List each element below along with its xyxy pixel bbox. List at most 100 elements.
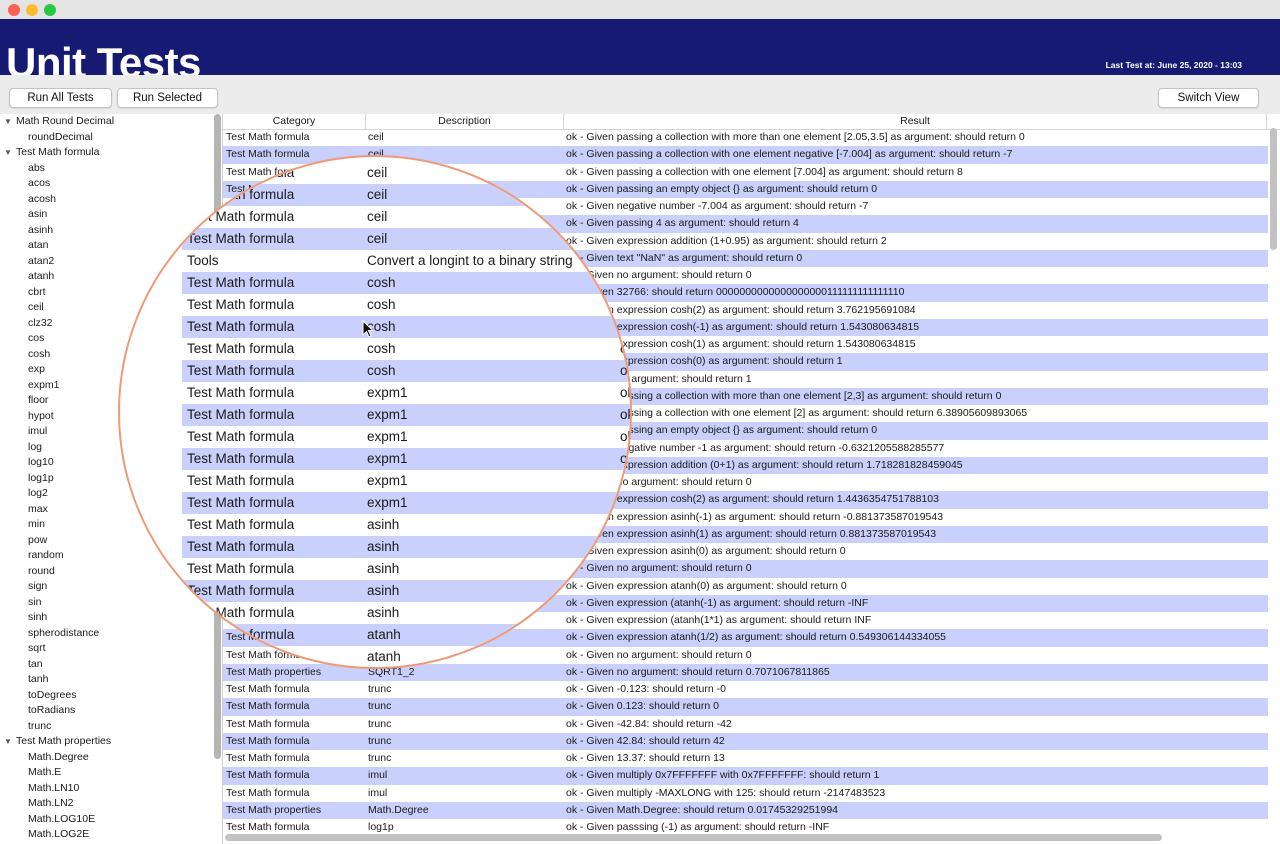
table-row[interactable]: Test Math formula imul ok - Given multiply…: [223, 785, 1268, 802]
magnified-category: Test Math formula: [187, 319, 295, 334]
switch-view-button[interactable]: Switch View: [1158, 88, 1259, 108]
magnified-rows: Test Math formula ceil Test Math formula ce…: [120, 157, 630, 667]
magnified-row: Test Math formulaexpm1ok: [182, 404, 630, 426]
magnified-description: expm1: [367, 495, 408, 510]
magnified-row: Test Math formula ceil: [182, 162, 630, 184]
close-window-button[interactable]: [8, 4, 20, 16]
cell-result: ok - Given expression atanh(0) as argume…: [566, 579, 847, 592]
zoom-window-button[interactable]: [44, 4, 56, 16]
magnified-description: atanh: [367, 627, 401, 642]
magnified-description: expm1: [367, 473, 408, 488]
table-row[interactable]: Test Math formula ceil ok - Given passing …: [223, 129, 1268, 146]
magnified-row: Test Math formulaexpm1ok: [182, 470, 630, 492]
tree-item[interactable]: Math.LOG10E: [0, 812, 222, 828]
magnified-row: Test Math formula asinh: [182, 558, 630, 580]
tree-item[interactable]: Math.Degree: [0, 750, 222, 766]
magnified-result: ok: [620, 385, 630, 400]
tree-item[interactable]: toRadians: [0, 703, 222, 719]
cell-result: ok - Given 42.84: should return 42: [566, 734, 725, 747]
cell-description: trunc: [368, 700, 392, 713]
magnified-row: Test Math formula ceil: [182, 206, 630, 228]
magnified-row: Test Math formula expm1 ok: [182, 382, 630, 404]
magnified-category: Test Math formula: [187, 385, 295, 400]
magnified-row: Test Math formulacoshok: [182, 338, 630, 360]
magnified-category: Test Math formula: [187, 407, 295, 422]
table-horizontal-scrollbar[interactable]: [225, 834, 1162, 841]
table-row[interactable]: Test Math formula trunc ok - Given 0.123: …: [223, 698, 1268, 716]
cell-result: ok - Given expression asinh(0) as argume…: [566, 545, 846, 557]
cell-result: ok - Given expression asinh(-1) as argum…: [566, 510, 944, 523]
tree-item[interactable]: Math.LN2: [0, 796, 222, 812]
run-all-tests-button[interactable]: Run All Tests: [9, 88, 112, 108]
tree-group[interactable]: ▼ Test Math properties: [0, 734, 222, 750]
tree-item[interactable]: trunc: [0, 719, 222, 735]
disclosure-triangle-icon[interactable]: ▼: [4, 114, 12, 130]
disclosure-triangle-icon[interactable]: ▼: [4, 734, 12, 750]
cell-category: Test Math properties: [226, 803, 322, 816]
disclosure-triangle-icon[interactable]: ▼: [4, 145, 12, 161]
magnified-row: Test Math formula cosh: [182, 316, 630, 338]
cell-result: ok - Given expression cosh(-1) as argume…: [566, 320, 920, 333]
table-row[interactable]: Test Math formula trunc ok - Given 42.84: …: [223, 732, 1268, 750]
cell-result: ok - Given multiply 0x7FFFFFFF with 0x7F…: [566, 769, 880, 782]
tree-item[interactable]: Math.E: [0, 765, 222, 781]
column-header-category[interactable]: Category: [223, 114, 366, 129]
column-header-result[interactable]: Result: [564, 114, 1267, 129]
magnified-row: Test Math formula asinh: [182, 580, 630, 602]
magnified-row: Test Math formula ceil: [182, 184, 630, 206]
cell-category: Test Math formula: [226, 700, 310, 713]
magnified-category: Test Math formula: [187, 187, 295, 202]
tree-group[interactable]: ▼ Math Round Decimal: [0, 114, 222, 130]
tree-item[interactable]: Math.LOG2E: [0, 827, 222, 843]
cell-result: ok - Given text "NaN" as argument: shoul…: [566, 251, 803, 264]
magnified-row: Test Math formula expm1: [182, 492, 630, 514]
table-row[interactable]: Test Math formula imul ok - Given multiply…: [223, 767, 1268, 785]
magnified-category: Test Math formula: [187, 209, 295, 224]
magnified-description: Convert a longint to a binary string: [367, 253, 573, 268]
cell-description: imul: [368, 769, 388, 782]
cell-result: ok - Given expression (atanh(1*1) as arg…: [566, 614, 872, 626]
cell-result: ok - Given passing a collection with mor…: [566, 389, 1002, 402]
column-header-description[interactable]: Description: [366, 114, 564, 129]
table-vertical-scrollbar[interactable]: [1270, 128, 1277, 250]
magnified-description: expm1: [367, 385, 408, 400]
tree-item[interactable]: roundDecimal: [0, 130, 222, 146]
cell-result: ok - Given Math.Degree: should return 0.…: [566, 803, 839, 816]
table-row[interactable]: Test Math formula trunc ok - Given -42.84:…: [223, 716, 1268, 733]
magnified-description: asinh: [367, 539, 400, 554]
table-row[interactable]: Test Math formula trunc ok - Given -0.123:…: [223, 681, 1268, 698]
table-row[interactable]: Test Math formula trunc ok - Given 13.37: …: [223, 750, 1268, 767]
magnified-row: Test Math formula asinh: [182, 514, 630, 536]
table-row[interactable]: Test Math properties Math.Degree ok - Give…: [223, 801, 1268, 819]
cell-result: ok - Given expression cosh(2) as argumen…: [566, 493, 939, 506]
tree-item[interactable]: toDegrees: [0, 688, 222, 704]
cell-result: ok - Given -42.84: should return -42: [566, 717, 732, 730]
mouse-pointer-icon: [362, 320, 374, 338]
cell-result: ok - Given no argument: should return 0: [566, 648, 752, 661]
cell-result: ok - Given expression (atanh(-1) as argu…: [566, 596, 869, 609]
cell-result: ok - Given negative number -7.004 as arg…: [566, 200, 869, 212]
magnified-category: Test Math formula: [187, 495, 295, 510]
cell-category: Test Math formula: [226, 717, 310, 730]
magnified-description: expm1: [367, 429, 408, 444]
tree-item[interactable]: tanh: [0, 672, 222, 688]
magnified-category: Test Math formula: [187, 561, 295, 576]
cell-result: ok - Given passing a collection with mor…: [566, 131, 1025, 143]
cell-description: trunc: [368, 752, 392, 764]
cell-result: ok - Given expression addition (1+0.95) …: [566, 234, 887, 247]
cell-result: ok - Given expression addition (0+1) as …: [566, 458, 963, 471]
magnified-category: Test Math formula: [187, 539, 295, 554]
window-titlebar: [0, 0, 1280, 20]
cell-result: ok - Given negative number -1 as argumen…: [566, 441, 945, 454]
magnified-category: Test Math formula: [187, 297, 295, 312]
run-selected-button[interactable]: Run Selected: [117, 88, 218, 108]
magnified-row: Test Math formula cosh: [182, 272, 630, 294]
toolbar: Run All Tests Run Selected Switch View: [0, 75, 1280, 113]
tree-item[interactable]: Math.LN10: [0, 781, 222, 797]
cell-category: Test Math formula: [226, 131, 310, 143]
magnified-description: asinh: [367, 583, 400, 598]
cell-description: ceil: [368, 131, 384, 143]
minimize-window-button[interactable]: [26, 4, 38, 16]
cell-result: ok - Given expression cosh(2) as argumen…: [566, 303, 916, 316]
cell-result: ok - Given expression cosh(1) as argumen…: [566, 338, 916, 350]
